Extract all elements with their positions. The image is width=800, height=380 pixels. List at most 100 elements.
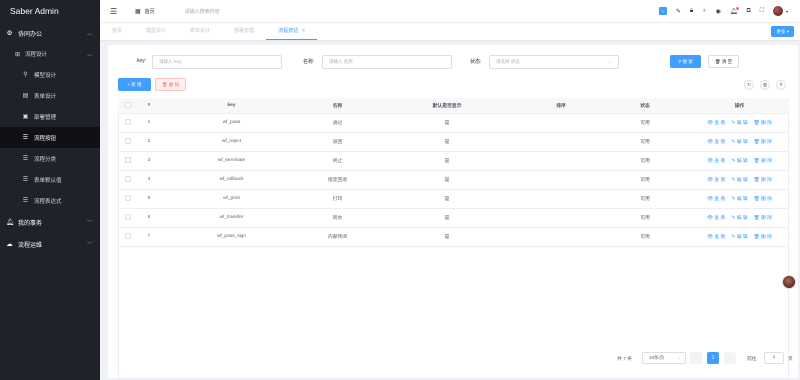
breadcrumb-home[interactable]: 首页 [145,8,155,15]
row-checkbox[interactable] [125,233,131,240]
sidebar-item-flow-category[interactable]: ☰ 流程分类 [0,148,100,169]
status-select[interactable]: 请选择 状态 ⌄ [489,55,619,69]
top-header: ☰ ▦ 首页 请输入搜索内容 ⌄ ✎ 🔒︎ ♁ ◉ 🔔︎ ⧉ ⛶ ▾ [100,0,800,23]
name-input[interactable]: 请输入 名称 [322,55,452,69]
sidebar-item-flow-button[interactable]: ☰ 流程按钮 [0,127,100,148]
lock-icon[interactable]: 🔒︎ [690,8,693,15]
sidebar-item-label: 流程表达式 [34,198,62,205]
delete-row-button[interactable]: 🗑︎ 删 除 [754,140,772,145]
sidebar-item-form-default[interactable]: ☰ 表单默认值 [0,169,100,190]
swatch-icon[interactable]: ◉ [716,8,721,15]
delete-label: 删 除 [761,159,773,164]
sidebar-group-collab[interactable]: ⚙ 协同办公 ︿ [0,22,100,44]
trash-icon: 🗑︎ [753,178,762,183]
header-search-input[interactable]: 请输入搜索内容 [185,8,220,15]
page-size-select[interactable]: 10条/页 ⌄ [642,352,686,364]
menu-toggle-icon[interactable]: ☰ [110,7,120,16]
view-button[interactable]: 👁︎ 查 看 [707,121,725,126]
row-checkbox[interactable] [125,195,131,202]
sidebar-group-flow-ops[interactable]: ☁ 流程运维 ﹀ [0,233,100,255]
row-checkbox[interactable] [125,176,131,183]
delete-row-button[interactable]: 🗑︎ 删 除 [754,216,772,221]
delete-row-button[interactable]: 🗑︎ 删 除 [754,178,772,183]
row-checkbox[interactable] [125,119,131,126]
more-button[interactable]: 更多 ▾ [771,26,794,37]
tab-home[interactable]: 首页 [100,22,134,40]
delete-row-button[interactable]: 🗑︎ 删 除 [754,197,772,202]
sidebar-item-label: 表单默认值 [34,177,62,184]
close-icon[interactable]: × [302,28,305,34]
view-button[interactable]: 👁︎ 查 看 [707,140,725,145]
key-input[interactable]: 请输入 Key [152,55,282,69]
clear-button[interactable]: 🗑︎ 清 空 [708,55,739,68]
shirt-icon[interactable]: ♁ [702,8,707,14]
edit-button[interactable]: ✎ 编 辑 [731,121,747,126]
tab-model-design[interactable]: 模型设计 [134,22,178,40]
view-button[interactable]: 👁︎ 查 看 [707,178,725,183]
sidebar-item-flow-expression[interactable]: ☰ 流程表达式 [0,190,100,211]
tab-flow-button[interactable]: 流程按钮 × [266,22,317,40]
cell-index: 6 [138,208,160,228]
row-checkbox[interactable] [125,214,131,221]
cell-sort [522,227,600,247]
view-button[interactable]: 👁︎ 查 看 [707,235,725,240]
floating-avatar[interactable] [782,275,796,289]
select-all-checkbox[interactable] [125,102,131,109]
edit-button[interactable]: ✎ 编 辑 [731,216,747,221]
cell-operations: 👁︎ 查 看 ✎ 编 辑 🗑︎ 删 除 [690,208,789,228]
cell-index: 3 [138,151,160,171]
page-number[interactable]: 1 [707,352,719,364]
sidebar-group-my-tasks[interactable]: 🔔︎ 我的事务 ﹀ [0,211,100,233]
edit-button[interactable]: ✎ 编 辑 [731,140,747,145]
view-button[interactable]: 👁︎ 查 看 [707,216,725,221]
delete-row-button[interactable]: 🗑︎ 删 除 [754,121,772,126]
edit-icon[interactable]: ✎ [676,8,681,15]
sidebar-item-model-design[interactable]: ⚲ 模型设计 [0,64,100,85]
view-button[interactable]: 👁︎ 查 看 [707,159,725,164]
sidebar-item-deploy[interactable]: ▣ 部署管理 [0,106,100,127]
row-checkbox[interactable] [125,157,131,164]
edit-label: 编 辑 [736,121,748,126]
search-button[interactable]: ⚲ 搜 索 [670,55,701,68]
delete-button[interactable]: 🗑︎ 删 除 [155,78,186,91]
chevron-up-icon: ︿ [86,30,92,37]
next-page-button[interactable]: › [724,352,736,364]
cell-name: 指定回退 [303,170,372,190]
edit-button[interactable]: ✎ 编 辑 [731,197,747,202]
prev-page-button[interactable]: ‹ [690,352,702,364]
add-button[interactable]: + 新 增 [118,78,151,91]
row-select-cell [118,151,138,171]
cell-operations: 👁︎ 查 看 ✎ 编 辑 🗑︎ 删 除 [690,113,789,133]
caret-down-icon[interactable]: ▾ [786,9,788,14]
row-select-cell [118,208,138,228]
row-checkbox[interactable] [125,138,131,145]
refresh-icon[interactable]: ↻ [744,80,754,90]
delete-button-label: 删 除 [168,81,180,87]
table-row: 4 wf_rollback 指定回退是 可用 👁︎ 查 看 ✎ 编 辑 🗑︎ 删 除 [118,170,789,190]
column-header: 默认是否显示 [372,98,522,114]
view-label: 查 看 [714,159,726,164]
deploy-icon: ▣ [22,114,29,120]
delete-row-button[interactable]: 🗑︎ 删 除 [754,235,772,240]
columns-icon[interactable]: ▥ [760,80,770,90]
sidebar-group-flow-design[interactable]: ⊞ 流程设计 ︿ [0,44,100,64]
tab-form-design[interactable]: 表单设计 [178,22,222,40]
cell-index: 4 [138,170,160,190]
edit-button[interactable]: ✎ 编 辑 [731,235,747,240]
language-icon[interactable]: ⌄ [658,7,667,15]
search-toggle-icon[interactable]: ⚲ [776,80,786,90]
filter-bar: key: 请输入 Key 名称: 请输入 名称 状态: 请选择 状态 ⌄ ⚲ 搜… [108,55,798,69]
tab-deploy[interactable]: 部署管理 [222,22,266,40]
fullscreen-icon[interactable]: ⛶ [760,8,764,15]
view-label: 查 看 [714,235,726,240]
cell-default-visible: 是 [372,151,522,171]
copy-icon[interactable]: ⧉ [746,8,750,15]
avatar[interactable] [772,6,783,16]
delete-row-button[interactable]: 🗑︎ 删 除 [754,159,772,164]
goto-input[interactable]: 1 [764,352,784,364]
sidebar-item-form-design[interactable]: ▤ 表单设计 [0,85,100,106]
edit-button[interactable]: ✎ 编 辑 [731,159,747,164]
view-button[interactable]: 👁︎ 查 看 [707,197,725,202]
bell-icon[interactable]: 🔔︎ [730,6,740,15]
edit-button[interactable]: ✎ 编 辑 [731,178,747,183]
